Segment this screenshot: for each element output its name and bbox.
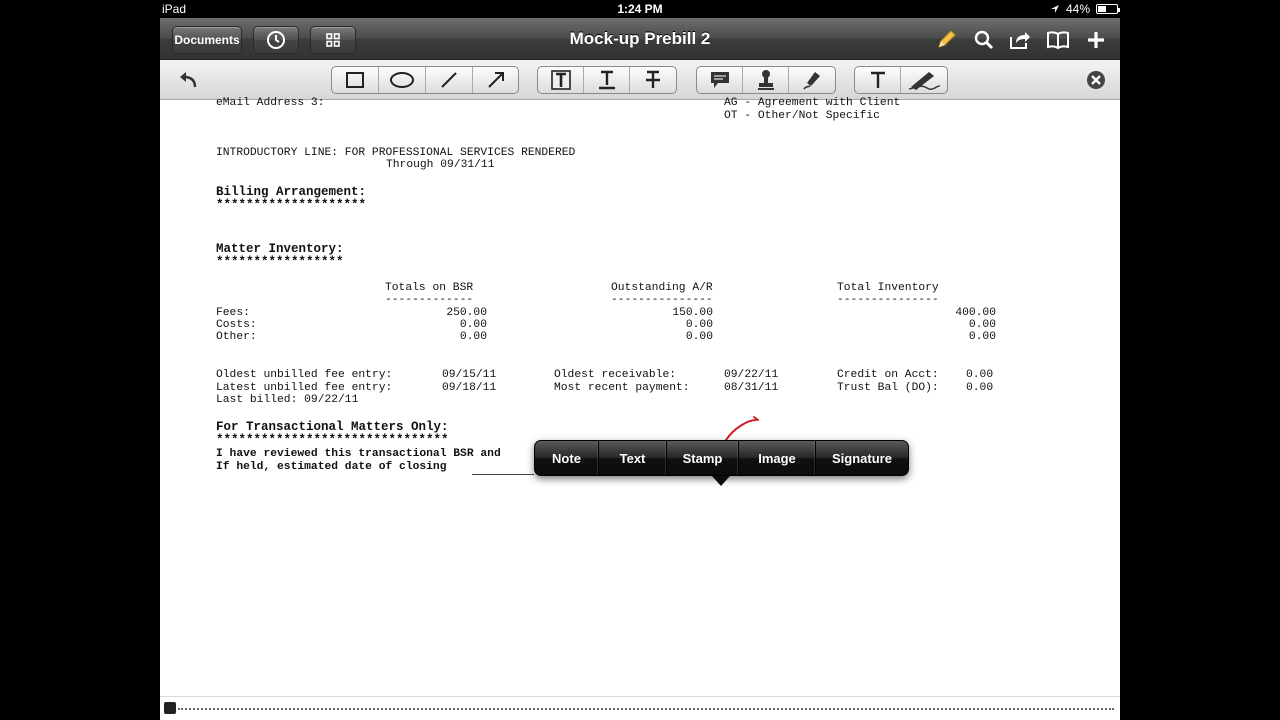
navigation-bar: Documents Mock-up Prebill 2 [160,18,1120,60]
share-button[interactable] [1006,26,1034,54]
page-scrubber[interactable] [160,696,1120,720]
status-right: 44% [1050,2,1120,16]
battery-icon [1096,4,1120,14]
trust-value: 0.00 [966,382,994,394]
comment-tools [696,66,836,94]
row-other-ar: 0.00 [685,331,713,343]
bookmarks-button[interactable] [1044,26,1072,54]
popup-signature-button[interactable]: Signature [816,441,908,475]
line-tool[interactable] [426,67,473,93]
latest-unbilled-value: 09/18/11 [442,382,497,394]
strikeout-tool[interactable] [630,67,676,93]
underline-total: --------------- [837,294,939,306]
recent-payment-value: 08/31/11 [724,382,779,394]
row-other-bsr: 0.00 [459,331,487,343]
annotation-toolbar [160,60,1120,100]
popup-stamp-button[interactable]: Stamp [667,441,739,475]
battery-percent: 44% [1065,2,1090,16]
trust-label: Trust Bal (DO): [837,382,939,394]
code-ag: AG - Agreement with Client [724,97,901,109]
stamp-icon [757,70,774,90]
ellipse-icon [390,72,414,88]
email-line: eMail Address 3: [216,97,325,109]
status-bar: iPad 1:24 PM 44% [0,0,1280,18]
arrow-tool[interactable] [473,67,518,93]
underline-tool[interactable] [584,67,630,93]
text-markup-tools [537,66,677,94]
battery-fill [1098,6,1106,12]
highlight-tool[interactable] [538,67,584,93]
signature-pen-icon [803,72,820,90]
close-icon [1087,71,1105,89]
plus-icon [1088,32,1104,48]
through-date: Through 09/31/11 [386,159,495,171]
row-other-total: 0.00 [968,331,996,343]
note-icon [710,72,729,88]
closing-date-blank [472,474,534,475]
underline-ar: --------------- [611,294,713,306]
document-page[interactable]: eMail Address 3: AG - Agreement with Cli… [160,97,1120,696]
last-billed: Last billed: 09/22/11 [216,394,359,406]
pencil-icon [938,30,956,48]
note-tool[interactable] [697,67,743,93]
freehand-tool[interactable] [901,67,947,93]
annotation-popup-menu: Note Text Stamp Image Signature [534,440,909,476]
oldest-receivable-value: 09/22/11 [724,369,779,381]
annotate-button[interactable] [932,26,960,54]
freeform-tools [854,66,948,94]
search-icon [974,30,994,50]
oldest-unbilled-label: Oldest unbilled fee entry: [216,369,393,381]
popup-image-button[interactable]: Image [739,441,816,475]
oldest-unbilled-value: 09/15/11 [442,369,497,381]
recent-payment-label: Most recent payment: [554,382,690,394]
freetext-tool[interactable] [855,67,901,93]
credit-value: 0.00 [966,369,994,381]
scrubber-track [178,708,1114,710]
billing-stars: ******************** [216,198,367,212]
arrow-icon [487,72,504,88]
close-toolbar-button[interactable] [1080,66,1112,94]
popup-note-button[interactable]: Note [535,441,599,475]
search-button[interactable] [970,26,998,54]
popup-text-button[interactable]: Text [599,441,667,475]
transactional-stars: ******************************* [216,433,449,447]
held-line: If held, estimated date of closing [216,461,447,473]
row-other-label: Other: [216,331,257,343]
undo-button[interactable] [172,66,204,94]
freehand-icon [908,72,941,90]
code-ot: OT - Other/Not Specific [724,110,880,122]
stamp-tool[interactable] [743,67,789,93]
text-highlight-icon [550,70,571,90]
rectangle-tool[interactable] [332,67,379,93]
add-button[interactable] [1082,26,1110,54]
undo-icon [180,72,197,88]
popup-pointer [712,476,730,486]
rectangle-icon [346,72,364,88]
pdf-viewer-app: Documents Mock-up Prebill 2 eMail Addres… [160,18,1120,720]
share-icon [1010,32,1030,49]
matter-stars: ***************** [216,255,344,269]
line-icon [441,72,457,88]
underline-bsr: ------------- [385,294,474,306]
freetext-icon [870,71,885,88]
oldest-receivable-label: Oldest receivable: [554,369,677,381]
reviewed-line: I have reviewed this transactional BSR a… [216,448,501,460]
credit-label: Credit on Acct: [837,369,939,381]
scrubber-knob[interactable] [164,702,176,714]
ellipse-tool[interactable] [379,67,426,93]
signature-tool[interactable] [789,67,835,93]
text-strikeout-icon [646,70,660,88]
text-underline-icon [598,70,615,90]
shape-tools [331,66,519,94]
book-icon [1047,31,1069,50]
location-icon [1050,5,1059,13]
